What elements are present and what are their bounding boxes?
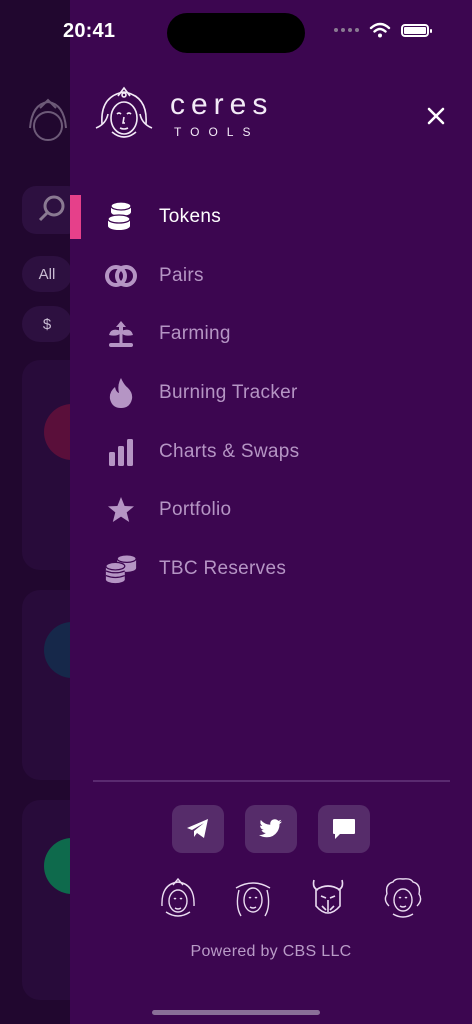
- menu-item-burning-tracker[interactable]: Burning Tracker: [70, 364, 472, 423]
- coins-stack-icon: [104, 200, 138, 234]
- menu-item-charts-swaps[interactable]: Charts & Swaps: [70, 422, 472, 481]
- link-rings-icon: [104, 259, 138, 293]
- signal-icon: [334, 28, 359, 32]
- menu-item-tbc-reserves[interactable]: TBC Reserves: [70, 540, 472, 599]
- menu-item-label: TBC Reserves: [159, 557, 287, 579]
- wifi-icon: [369, 22, 391, 38]
- sprout-icon: [104, 317, 138, 351]
- ceres-goddess-icon: [95, 86, 153, 138]
- coin-reserves-icon: [104, 552, 138, 586]
- powered-by-text: Powered by CBS LLC: [190, 943, 352, 960]
- menu-item-label: Pairs: [159, 264, 204, 286]
- brand-logo: ceres TOOLS: [92, 84, 273, 144]
- partner-logos: [156, 876, 425, 920]
- menu-item-pairs[interactable]: Pairs: [70, 247, 472, 306]
- nymph-logo-icon: [235, 882, 271, 917]
- menu-item-farming[interactable]: Farming: [70, 305, 472, 364]
- bg-logo-icon: [29, 98, 67, 141]
- menu-item-label: Tokens: [159, 206, 222, 228]
- bg-chip-all: All: [22, 256, 72, 292]
- menu-item-tokens[interactable]: Tokens: [70, 188, 472, 247]
- medusa-logo-icon: [384, 878, 422, 918]
- drawer-menu: Tokens Pairs Farming Burning Tracker Cha…: [70, 188, 472, 598]
- bg-chip-dollar: $: [22, 306, 72, 342]
- menu-item-label: Portfolio: [159, 499, 232, 521]
- telegram-button[interactable]: [172, 805, 224, 853]
- twitter-icon: [259, 819, 282, 838]
- status-icons: [334, 22, 432, 38]
- helmet-logo-icon: [312, 879, 344, 914]
- telegram-icon: [187, 819, 208, 838]
- home-indicator[interactable]: [152, 1010, 320, 1015]
- status-time: 20:41: [63, 20, 116, 42]
- menu-item-label: Charts & Swaps: [159, 440, 300, 462]
- twitter-button[interactable]: [245, 805, 297, 853]
- chat-icon: [333, 819, 355, 839]
- dynamic-island: [167, 13, 305, 53]
- footer-divider: [93, 780, 450, 782]
- battery-icon: [401, 23, 432, 37]
- brand-name: ceres: [170, 88, 274, 121]
- chat-button[interactable]: [318, 805, 370, 853]
- close-icon[interactable]: [424, 104, 448, 128]
- active-indicator: [70, 195, 81, 239]
- menu-item-portfolio[interactable]: Portfolio: [70, 481, 472, 540]
- menu-item-label: Burning Tracker: [159, 382, 298, 404]
- brand-subtitle: TOOLS: [174, 125, 260, 139]
- star-icon: [104, 493, 138, 527]
- menu-item-label: Farming: [159, 323, 231, 345]
- flame-icon: [104, 376, 138, 410]
- goddess-logo-icon: [161, 877, 195, 917]
- bar-chart-icon: [104, 435, 138, 469]
